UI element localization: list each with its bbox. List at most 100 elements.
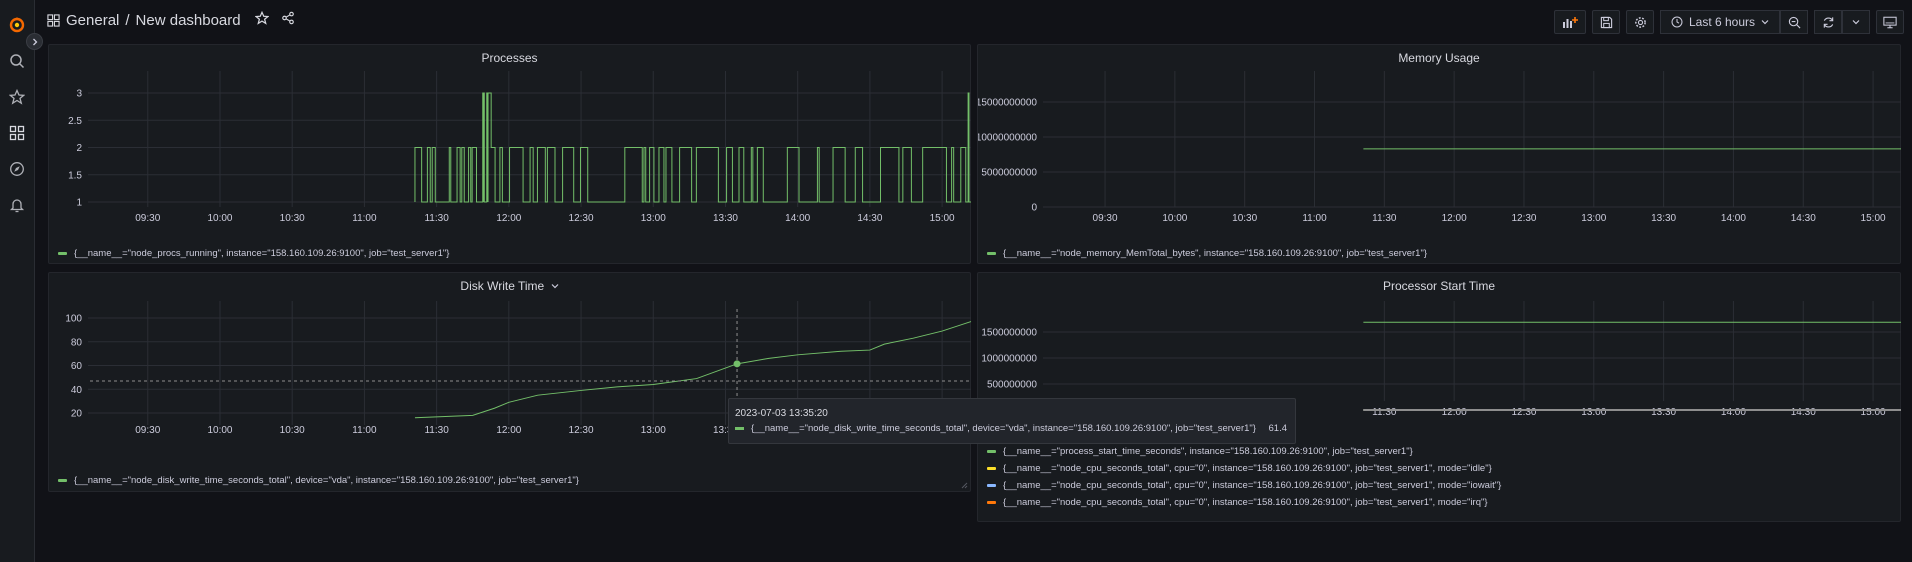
memory-usage-chart[interactable]: 09:30 10:00 10:30 11:00 11:30 12:00 12:30 13:00… xyxy=(978,45,1902,245)
legend: {__name__="node_procs_running", instance… xyxy=(58,245,449,262)
tooltip-value: 61.4 xyxy=(1268,423,1288,434)
x-tick-label: 14:00 xyxy=(1721,407,1746,418)
y-tick-label: 2 xyxy=(76,143,82,154)
x-tick-label: 15:00 xyxy=(930,213,955,224)
save-dashboard-button[interactable] xyxy=(1592,10,1620,34)
x-tick-label: 13:30 xyxy=(1651,407,1676,418)
add-panel-button[interactable] xyxy=(1554,10,1586,34)
legend-label: {__name__="node_cpu_seconds_total", cpu=… xyxy=(1003,463,1492,474)
y-tick-label: 1500000000 xyxy=(981,328,1037,339)
y-tick-label: 15000000000 xyxy=(978,98,1037,109)
legend-item[interactable]: {__name__="node_cpu_seconds_total", cpu=… xyxy=(987,494,1501,511)
tv-mode-button[interactable] xyxy=(1876,10,1904,34)
x-tick-label: 13:00 xyxy=(641,425,666,436)
x-tick-label: 10:30 xyxy=(280,425,305,436)
x-tick-label: 12:30 xyxy=(569,213,594,224)
tooltip-series: {__name__="node_disk_write_time_seconds_… xyxy=(751,423,1256,434)
legend-item[interactable]: {__name__="node_disk_write_time_seconds_… xyxy=(58,472,579,489)
monitor-icon xyxy=(1883,16,1897,28)
legend-item[interactable]: {__name__="process_start_time_seconds", … xyxy=(987,443,1501,460)
side-nav xyxy=(0,0,35,562)
y-tick-label: 0 xyxy=(1031,203,1037,214)
x-tick-label: 09:30 xyxy=(135,425,160,436)
legend-item[interactable]: {__name__="node_procs_running", instance… xyxy=(58,245,449,262)
x-tick-label: 09:30 xyxy=(1093,213,1118,224)
refresh-interval-dropdown[interactable] xyxy=(1842,10,1870,34)
x-tick-label: 12:00 xyxy=(496,213,521,224)
x-tick-label: 13:00 xyxy=(641,213,666,224)
x-tick-label: 14:00 xyxy=(1721,213,1746,224)
x-tick-label: 10:30 xyxy=(280,213,305,224)
y-tick-label: 60 xyxy=(71,361,83,372)
x-tick-label: 11:30 xyxy=(424,213,449,224)
breadcrumb-folder[interactable]: General xyxy=(66,12,119,29)
search-icon[interactable] xyxy=(4,48,30,74)
top-bar: General / New dashboard Last 6 hours xyxy=(35,0,1912,43)
x-tick-label: 14:30 xyxy=(1791,213,1816,224)
legend-item[interactable]: {__name__="node_memory_MemTotal_bytes", … xyxy=(987,245,1427,262)
zoom-out-icon xyxy=(1788,16,1800,28)
time-range-label: Last 6 hours xyxy=(1688,15,1756,29)
refresh-button[interactable] xyxy=(1814,10,1842,34)
dashboard-grid-icon xyxy=(47,13,60,27)
dashboard-settings-button[interactable] xyxy=(1626,10,1654,34)
panel-disk-write-time[interactable]: Disk Write Time 09:30 10:00 10:30 11:00 11:3… xyxy=(48,272,972,492)
legend-label: {__name__="node_cpu_seconds_total", cpu=… xyxy=(1003,497,1488,508)
panel-processes[interactable]: Processes 09:30 10:00 10:30 11:00 11:30 12:00… xyxy=(48,44,971,264)
add-panel-icon xyxy=(1563,17,1578,28)
toolbar: Last 6 hours xyxy=(1554,10,1904,34)
save-icon xyxy=(1600,16,1612,28)
legend-label: {__name__="node_procs_running", instance… xyxy=(74,248,450,259)
x-tick-label: 13:30 xyxy=(713,213,738,224)
gear-icon xyxy=(1634,16,1646,28)
legend-item[interactable]: {__name__="node_cpu_seconds_total", cpu=… xyxy=(987,477,1501,494)
zoom-out-button[interactable] xyxy=(1780,10,1808,34)
alerting-bell-icon[interactable] xyxy=(4,192,30,218)
x-tick-label: 13:00 xyxy=(1581,213,1606,224)
legend: {__name__="process_start_time_seconds", … xyxy=(987,443,1501,511)
time-picker-button[interactable]: Last 6 hours xyxy=(1660,10,1780,34)
x-tick-label: 10:30 xyxy=(1232,213,1257,224)
starred-icon[interactable] xyxy=(4,84,30,110)
tooltip-time: 2023-07-03 13:35:20 xyxy=(735,408,828,419)
legend-label: {__name__="node_disk_write_time_seconds_… xyxy=(74,475,579,486)
legend-label: {__name__="node_memory_MemTotal_bytes", … xyxy=(1003,248,1427,259)
series-swatch xyxy=(735,427,744,430)
clock-icon xyxy=(1671,16,1683,28)
legend-label: {__name__="process_start_time_seconds", … xyxy=(1003,446,1413,457)
x-tick-label: 12:30 xyxy=(1511,407,1536,418)
x-tick-label: 15:00 xyxy=(1861,407,1886,418)
dashboards-icon[interactable] xyxy=(4,120,30,146)
expand-menu-button[interactable] xyxy=(26,33,43,50)
x-tick-label: 12:00 xyxy=(1442,213,1467,224)
chevron-down-icon xyxy=(1852,20,1860,25)
x-tick-label: 10:00 xyxy=(207,425,232,436)
x-tick-label: 11:30 xyxy=(1372,407,1397,418)
chevron-right-icon xyxy=(32,38,37,45)
x-tick-label: 11:00 xyxy=(352,425,377,436)
y-tick-label: 100 xyxy=(65,314,82,325)
processes-chart[interactable]: 09:30 10:00 10:30 11:00 11:30 12:00 12:30 13:00… xyxy=(49,45,972,245)
legend-item[interactable]: {__name__="node_cpu_seconds_total", cpu=… xyxy=(987,460,1501,477)
chevron-down-icon xyxy=(1761,20,1769,25)
y-tick-label: 2.5 xyxy=(68,116,82,127)
x-tick-label: 13:30 xyxy=(1651,213,1676,224)
resize-handle-icon[interactable] xyxy=(960,481,968,489)
grafana-logo-icon[interactable] xyxy=(4,11,30,37)
dashboard-title[interactable]: New dashboard xyxy=(136,12,241,29)
star-icon[interactable] xyxy=(254,10,270,29)
y-tick-label: 40 xyxy=(71,385,83,396)
panel-processor-start-time[interactable]: Processor Start Time 11:30 12:00 12:30 13:0… xyxy=(977,272,1902,522)
x-tick-label: 12:30 xyxy=(1511,213,1536,224)
share-icon[interactable] xyxy=(281,11,295,29)
hover-tooltip: 2023-07-03 13:35:20 {__name__="node_disk… xyxy=(728,398,1296,444)
series-swatch xyxy=(58,252,67,255)
x-tick-label: 09:30 xyxy=(135,213,160,224)
legend: {__name__="node_memory_MemTotal_bytes", … xyxy=(987,245,1427,262)
x-tick-label: 12:30 xyxy=(569,425,594,436)
series-swatch xyxy=(987,467,996,470)
explore-icon[interactable] xyxy=(4,156,30,182)
panel-memory-usage[interactable]: Memory Usage 09:30 10:00 10:30 11:00 11:30 12… xyxy=(977,44,1901,264)
legend-label: {__name__="node_cpu_seconds_total", cpu=… xyxy=(1003,480,1502,491)
series-swatch xyxy=(987,484,996,487)
